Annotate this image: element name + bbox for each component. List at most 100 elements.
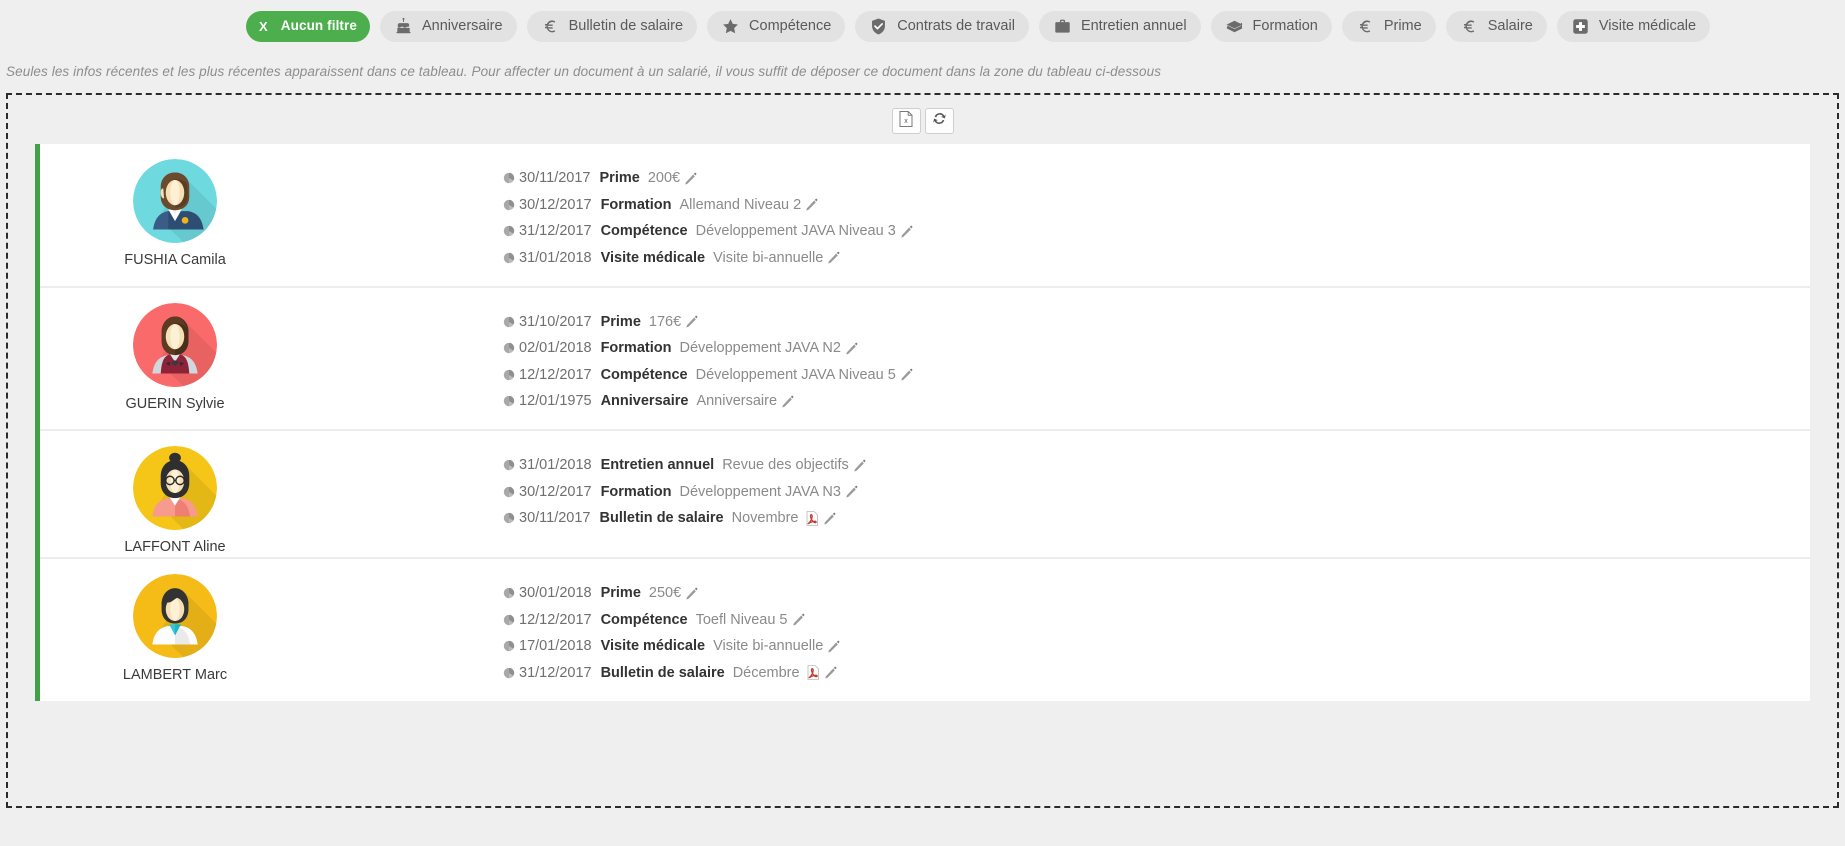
entry-type: Bulletin de salaire bbox=[599, 510, 724, 526]
document-dropzone[interactable]: x FUSHIA Camila 30/11/2017 Prime 200€ 30… bbox=[6, 93, 1839, 808]
employee-entry[interactable]: 12/12/2017 Compétence Développement JAVA… bbox=[503, 365, 1810, 385]
filter-chip-label: Salaire bbox=[1487, 17, 1533, 34]
edit-pencil-icon[interactable] bbox=[845, 485, 858, 498]
entry-type: Entretien annuel bbox=[600, 457, 715, 473]
filter-chip-label: Aucun filtre bbox=[280, 18, 357, 34]
pie-icon bbox=[503, 587, 515, 599]
pie-icon bbox=[503, 225, 515, 237]
edit-pencil-icon[interactable] bbox=[900, 368, 913, 381]
employee-card[interactable]: LAFFONT Aline bbox=[40, 431, 310, 555]
euro-icon bbox=[1356, 17, 1375, 36]
edit-pencil-icon[interactable] bbox=[900, 225, 913, 238]
entry-value: Anniversaire bbox=[696, 393, 778, 409]
edit-pencil-icon[interactable] bbox=[792, 613, 805, 626]
filter-chip-comp-tence[interactable]: Compétence bbox=[707, 10, 846, 42]
entry-date: 30/11/2017 bbox=[519, 510, 591, 526]
excel-export-icon: x bbox=[899, 110, 913, 132]
filter-chip-contrats-de-travail[interactable]: Contrats de travail bbox=[855, 10, 1029, 42]
employee-list: FUSHIA Camila 30/11/2017 Prime 200€ 30/1… bbox=[35, 144, 1810, 701]
svg-text:x: x bbox=[904, 118, 908, 125]
filter-chip-bulletin-de-salaire[interactable]: Bulletin de salaire bbox=[526, 10, 698, 42]
pie-icon bbox=[503, 667, 515, 679]
pie-icon bbox=[503, 342, 515, 354]
entry-type: Formation bbox=[600, 483, 672, 500]
employee-name: LAMBERT Marc bbox=[122, 667, 228, 683]
filter-chip-label: Entretien annuel bbox=[1080, 17, 1187, 34]
employee-row[interactable]: GUERIN Sylvie 31/10/2017 Prime 176€ 02/0… bbox=[40, 287, 1810, 431]
edit-pencil-icon[interactable] bbox=[853, 459, 866, 472]
pdf-icon[interactable] bbox=[806, 665, 820, 680]
employee-entry[interactable]: 02/01/2018 Formation Développement JAVA … bbox=[503, 338, 1810, 358]
edit-pencil-icon[interactable] bbox=[824, 666, 837, 679]
entry-value: 250€ bbox=[648, 585, 682, 601]
filter-chip-label: Visite médicale bbox=[1598, 17, 1697, 34]
filter-chip-anniversaire[interactable]: Anniversaire bbox=[379, 10, 517, 42]
employee-row[interactable]: FUSHIA Camila 30/11/2017 Prime 200€ 30/1… bbox=[40, 144, 1810, 288]
employee-entry[interactable]: 12/01/1975 Anniversaire Anniversaire bbox=[503, 391, 1810, 411]
pie-icon bbox=[503, 614, 515, 626]
employee-entry[interactable]: 31/10/2017 Prime 176€ bbox=[503, 312, 1810, 332]
employee-row[interactable]: LAMBERT Marc 30/01/2018 Prime 250€ 12/12… bbox=[40, 559, 1810, 701]
filter-chip-label: Compétence bbox=[749, 17, 832, 34]
edit-pencil-icon[interactable] bbox=[845, 342, 858, 355]
filter-chip-label: Contrats de travail bbox=[897, 17, 1015, 34]
filter-chip-salaire[interactable]: Salaire bbox=[1445, 10, 1547, 42]
entry-type: Prime bbox=[599, 170, 640, 186]
employee-entry[interactable]: 30/11/2017 Bulletin de salaire Novembre bbox=[503, 508, 1810, 528]
edit-pencil-icon[interactable] bbox=[685, 587, 698, 600]
avatar bbox=[133, 574, 217, 658]
edit-pencil-icon[interactable] bbox=[823, 512, 836, 525]
entry-date: 31/12/2017 bbox=[519, 664, 592, 681]
employee-entries: 30/11/2017 Prime 200€ 30/12/2017 Formati… bbox=[310, 144, 1810, 286]
refresh-button[interactable] bbox=[924, 108, 954, 134]
employee-entry[interactable]: 31/01/2018 Visite médicale Visite bi-ann… bbox=[503, 248, 1810, 268]
entry-value: Novembre bbox=[731, 510, 799, 526]
entry-date: 12/12/2017 bbox=[519, 366, 592, 383]
briefcase-icon bbox=[1053, 17, 1072, 36]
pie-icon bbox=[503, 459, 515, 471]
employee-card[interactable]: LAMBERT Marc bbox=[40, 559, 310, 683]
employee-card[interactable]: GUERIN Sylvie bbox=[40, 288, 310, 412]
entry-value: 200€ bbox=[647, 170, 681, 186]
entry-type: Compétence bbox=[600, 366, 688, 383]
pdf-icon[interactable] bbox=[805, 510, 819, 526]
pie-icon bbox=[503, 640, 515, 652]
employee-entry[interactable]: 31/01/2018 Entretien annuel Revue des ob… bbox=[503, 455, 1810, 475]
pie-icon bbox=[503, 369, 515, 381]
employee-row[interactable]: LAFFONT Aline 31/01/2018 Entretien annue… bbox=[40, 431, 1810, 559]
filter-chip-formation[interactable]: Formation bbox=[1210, 10, 1332, 42]
employee-entry[interactable]: 12/12/2017 Compétence Toefl Niveau 5 bbox=[503, 610, 1810, 630]
excel-export-button[interactable]: x bbox=[891, 108, 921, 134]
close-x-icon: X bbox=[259, 18, 268, 34]
employee-entry[interactable]: 31/12/2017 Compétence Développement JAVA… bbox=[503, 221, 1810, 241]
graduation-cap-icon bbox=[1225, 17, 1244, 36]
employee-name: FUSHIA Camila bbox=[124, 252, 226, 268]
employee-entry[interactable]: 30/11/2017 Prime 200€ bbox=[503, 168, 1810, 188]
filter-chip-entretien-annuel[interactable]: Entretien annuel bbox=[1038, 10, 1201, 42]
filter-chip-aucun-filtre[interactable]: X Aucun filtre bbox=[246, 10, 370, 42]
edit-pencil-icon[interactable] bbox=[827, 640, 840, 653]
pie-icon bbox=[503, 486, 515, 498]
filter-chip-prime[interactable]: Prime bbox=[1341, 10, 1436, 42]
employee-card[interactable]: FUSHIA Camila bbox=[40, 144, 310, 268]
entry-value: Décembre bbox=[732, 664, 800, 681]
employee-entries: 31/10/2017 Prime 176€ 02/01/2018 Formati… bbox=[310, 288, 1810, 430]
entry-value: 176€ bbox=[648, 313, 682, 330]
edit-pencil-icon[interactable] bbox=[684, 172, 697, 185]
employee-entry[interactable]: 31/12/2017 Bulletin de salaire Décembre bbox=[503, 663, 1810, 683]
filter-chip-visite-m-dicale[interactable]: Visite médicale bbox=[1556, 10, 1711, 42]
edit-pencil-icon[interactable] bbox=[781, 395, 794, 408]
employee-entry[interactable]: 30/01/2018 Prime 250€ bbox=[503, 583, 1810, 603]
edit-pencil-icon[interactable] bbox=[805, 198, 818, 211]
entry-date: 31/10/2017 bbox=[519, 313, 592, 330]
pie-icon bbox=[503, 252, 515, 264]
employee-entry[interactable]: 30/12/2017 Formation Allemand Niveau 2 bbox=[503, 195, 1810, 215]
edit-pencil-icon[interactable] bbox=[685, 315, 698, 328]
pie-icon bbox=[503, 395, 515, 407]
employee-name: LAFFONT Aline bbox=[124, 539, 226, 555]
entry-type: Formation bbox=[600, 340, 672, 356]
employee-entry[interactable]: 30/12/2017 Formation Développement JAVA … bbox=[503, 482, 1810, 502]
employee-entry[interactable]: 17/01/2018 Visite médicale Visite bi-ann… bbox=[503, 636, 1810, 656]
edit-pencil-icon[interactable] bbox=[827, 251, 840, 264]
filter-chip-label: Prime bbox=[1383, 17, 1422, 34]
